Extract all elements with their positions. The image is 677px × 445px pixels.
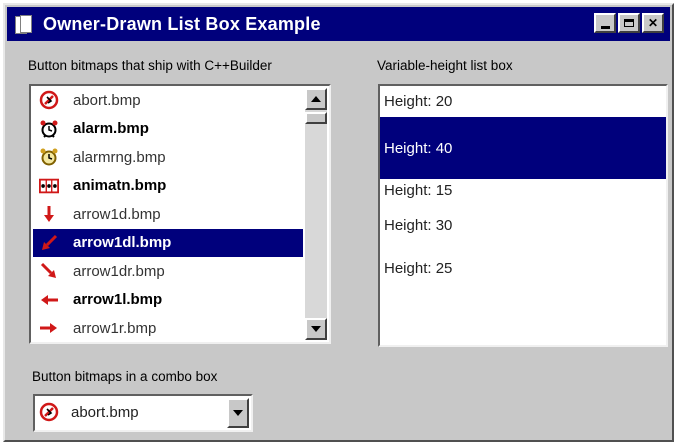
list-item-label: abort.bmp	[73, 91, 141, 109]
arrow-up-icon	[311, 96, 321, 102]
scroll-down-button[interactable]	[305, 318, 327, 340]
vertical-scrollbar[interactable]	[305, 88, 327, 340]
maximize-icon	[624, 19, 634, 27]
variable-height-list-items: Height: 20 Height: 40 Height: 15 Height: 30…	[380, 86, 666, 288]
combo-value: abort.bmp	[39, 402, 139, 422]
animation-icon	[39, 176, 59, 196]
close-icon: ✕	[647, 16, 659, 30]
list-item[interactable]: arrow1dl.bmp	[33, 228, 303, 257]
arrow-down-icon	[311, 326, 321, 332]
right-list-label: Variable-height list box	[377, 58, 513, 73]
minimize-button[interactable]	[594, 13, 616, 33]
arrow-down-icon	[39, 204, 59, 224]
arrow-left-icon	[39, 290, 59, 310]
list-item[interactable]: alarmrng.bmp	[33, 143, 303, 172]
close-button[interactable]: ✕	[642, 13, 664, 33]
bitmap-list-box[interactable]: abort.bmp alarm.bmp alarmrng.bmp animatn.bm…	[29, 84, 331, 344]
minimize-icon	[600, 25, 610, 29]
combo-value-text: abort.bmp	[71, 403, 139, 421]
combo-label: Button bitmaps in a combo box	[32, 369, 218, 384]
app-icon	[13, 13, 35, 35]
abort-icon	[39, 402, 59, 422]
list-item-label: arrow1l.bmp	[73, 291, 163, 309]
window-title: Owner-Drawn List Box Example	[43, 13, 321, 34]
list-item[interactable]: arrow1r.bmp	[33, 314, 303, 343]
variable-height-list-item[interactable]: Height: 20	[380, 86, 666, 117]
variable-height-item-label: Height: 25	[384, 260, 453, 277]
scroll-up-button[interactable]	[305, 88, 327, 110]
scroll-thumb[interactable]	[305, 112, 327, 124]
bitmap-combo-box[interactable]: abort.bmp	[33, 394, 253, 432]
variable-height-item-label: Height: 15	[384, 182, 453, 199]
title-bar[interactable]: Owner-Drawn List Box Example ✕	[7, 7, 670, 41]
caption-buttons: ✕	[594, 13, 664, 33]
arrow-right-icon	[39, 318, 59, 338]
list-item-label: arrow1dl.bmp	[73, 234, 172, 252]
list-item-label: arrow1d.bmp	[73, 205, 161, 223]
alarm-ringing-icon	[39, 147, 59, 167]
variable-height-list-item[interactable]: Height: 25	[380, 249, 666, 288]
list-item[interactable]: arrow1l.bmp	[33, 286, 303, 315]
list-item-label: arrow1dr.bmp	[73, 262, 165, 280]
list-item[interactable]: arrow1d.bmp	[33, 200, 303, 229]
chevron-down-icon	[233, 410, 243, 416]
arrow-down-right-icon	[39, 261, 59, 281]
variable-height-item-label: Height: 40	[384, 139, 453, 157]
list-item-label: arrow1r.bmp	[73, 319, 157, 337]
maximize-button[interactable]	[618, 13, 640, 33]
list-item-label: alarm.bmp	[73, 120, 149, 138]
variable-height-list-box[interactable]: Height: 20 Height: 40 Height: 15 Height: 30…	[378, 84, 668, 347]
variable-height-item-label: Height: 30	[384, 217, 453, 234]
list-item[interactable]: animatn.bmp	[33, 172, 303, 201]
app-window: Owner-Drawn List Box Example ✕ Button bi…	[3, 3, 674, 442]
variable-height-list-item[interactable]: Height: 30	[380, 202, 666, 249]
list-item-label: animatn.bmp	[73, 177, 167, 195]
bitmap-list-items: abort.bmp alarm.bmp alarmrng.bmp animatn.bm…	[33, 86, 303, 343]
variable-height-list-item[interactable]: Height: 15	[380, 179, 666, 202]
left-list-label: Button bitmaps that ship with C++Builder	[28, 58, 272, 73]
abort-icon	[39, 90, 59, 110]
arrow-down-left-icon	[39, 233, 59, 253]
variable-height-item-label: Height: 20	[384, 93, 453, 110]
alarm-clock-icon	[39, 119, 59, 139]
list-item-label: alarmrng.bmp	[73, 148, 166, 166]
list-item[interactable]: arrow1dr.bmp	[33, 257, 303, 286]
variable-height-list-item[interactable]: Height: 40	[380, 117, 666, 179]
combo-dropdown-button[interactable]	[227, 398, 249, 428]
list-item[interactable]: abort.bmp	[33, 86, 303, 115]
list-item[interactable]: alarm.bmp	[33, 115, 303, 144]
